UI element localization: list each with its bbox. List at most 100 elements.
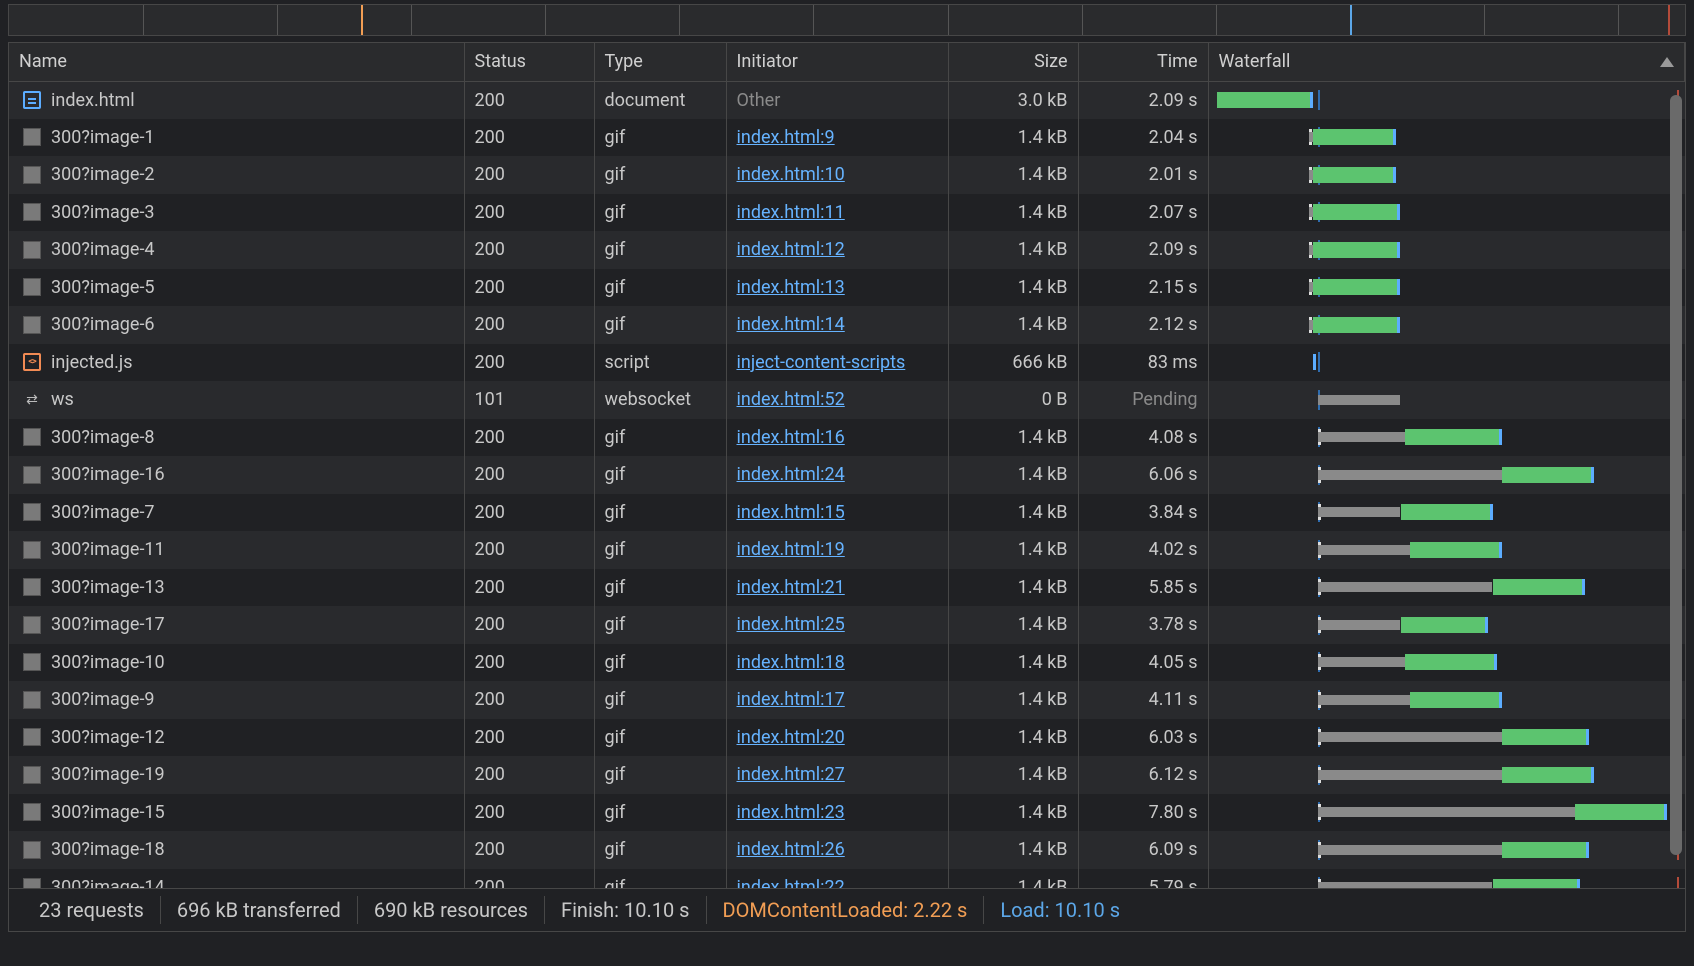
column-header-initiator[interactable]: Initiator — [726, 43, 948, 81]
request-status: 200 — [464, 456, 594, 494]
request-initiator[interactable]: index.html:10 — [726, 156, 948, 194]
request-status: 200 — [464, 81, 594, 119]
column-header-time[interactable]: Time — [1078, 43, 1208, 81]
request-name: 300?image-18 — [51, 839, 165, 860]
vertical-scrollbar[interactable] — [1670, 95, 1682, 888]
waterfall-download-bar — [1401, 504, 1493, 520]
request-time: 7.80 s — [1078, 794, 1208, 832]
request-row[interactable]: 300?image-19200gifindex.html:271.4 kB6.1… — [9, 756, 1685, 794]
waterfall-download-bar — [1217, 92, 1314, 108]
request-row[interactable]: 300?image-17200gifindex.html:251.4 kB3.7… — [9, 606, 1685, 644]
request-row[interactable]: 300?image-6200gifindex.html:141.4 kB2.12… — [9, 306, 1685, 344]
request-status: 200 — [464, 306, 594, 344]
request-row[interactable]: 300?image-14200gifindex.html:221.4 kB5.7… — [9, 869, 1685, 888]
request-initiator[interactable]: index.html:26 — [726, 831, 948, 869]
request-row[interactable]: 300?image-5200gifindex.html:131.4 kB2.15… — [9, 269, 1685, 307]
request-time: Pending — [1078, 381, 1208, 419]
request-waterfall — [1208, 569, 1685, 607]
request-row[interactable]: 300?image-10200gifindex.html:181.4 kB4.0… — [9, 644, 1685, 682]
request-initiator[interactable]: index.html:15 — [726, 494, 948, 532]
request-row[interactable]: 300?image-8200gifindex.html:161.4 kB4.08… — [9, 419, 1685, 457]
request-name: ws — [51, 389, 74, 410]
table-header-row: Name Status Type Initiator Size Time Wat… — [9, 43, 1685, 81]
network-table-scroll[interactable]: Name Status Type Initiator Size Time Wat… — [9, 43, 1685, 888]
waterfall-download-bar — [1493, 579, 1585, 595]
image-icon — [23, 166, 41, 184]
request-row[interactable]: 300?image-13200gifindex.html:211.4 kB5.8… — [9, 569, 1685, 607]
request-row[interactable]: 300?image-15200gifindex.html:231.4 kB7.8… — [9, 794, 1685, 832]
request-row[interactable]: 300?image-2200gifindex.html:101.4 kB2.01… — [9, 156, 1685, 194]
request-initiator[interactable]: index.html:23 — [726, 794, 948, 832]
request-status: 101 — [464, 381, 594, 419]
request-initiator[interactable]: index.html:24 — [726, 456, 948, 494]
request-initiator[interactable]: index.html:14 — [726, 306, 948, 344]
waterfall-download-bar — [1313, 204, 1400, 220]
request-initiator[interactable]: index.html:21 — [726, 569, 948, 607]
request-initiator[interactable]: index.html:20 — [726, 719, 948, 757]
request-status: 200 — [464, 494, 594, 532]
waterfall-waiting-bar — [1318, 695, 1410, 705]
request-type: websocket — [594, 381, 726, 419]
column-header-size[interactable]: Size — [948, 43, 1078, 81]
image-icon — [23, 691, 41, 709]
request-row[interactable]: 300?image-1200gifindex.html:91.4 kB2.04 … — [9, 119, 1685, 157]
request-size: 0 B — [948, 381, 1078, 419]
request-type: gif — [594, 869, 726, 888]
request-time: 4.05 s — [1078, 644, 1208, 682]
request-row[interactable]: injected.js200scriptinject-content-scrip… — [9, 344, 1685, 382]
request-row[interactable]: 300?image-11200gifindex.html:191.4 kB4.0… — [9, 531, 1685, 569]
request-size: 1.4 kB — [948, 156, 1078, 194]
request-initiator[interactable]: index.html:11 — [726, 194, 948, 232]
request-size: 1.4 kB — [948, 719, 1078, 757]
request-initiator[interactable]: index.html:27 — [726, 756, 948, 794]
request-status: 200 — [464, 794, 594, 832]
request-initiator[interactable]: index.html:13 — [726, 269, 948, 307]
image-icon — [23, 316, 41, 334]
request-initiator[interactable]: index.html:52 — [726, 381, 948, 419]
scrollbar-thumb[interactable] — [1670, 95, 1682, 855]
request-initiator[interactable]: index.html:16 — [726, 419, 948, 457]
image-icon — [23, 616, 41, 634]
document-icon — [23, 91, 41, 109]
request-type: gif — [594, 531, 726, 569]
column-header-name[interactable]: Name — [9, 43, 464, 81]
request-initiator[interactable]: index.html:25 — [726, 606, 948, 644]
request-initiator[interactable]: index.html:22 — [726, 869, 948, 888]
request-name: 300?image-14 — [51, 877, 165, 888]
timeline-overview[interactable] — [8, 4, 1686, 36]
request-status: 200 — [464, 831, 594, 869]
request-size: 1.4 kB — [948, 681, 1078, 719]
request-row[interactable]: 300?image-18200gifindex.html:261.4 kB6.0… — [9, 831, 1685, 869]
request-row[interactable]: 300?image-12200gifindex.html:201.4 kB6.0… — [9, 719, 1685, 757]
column-header-status[interactable]: Status — [464, 43, 594, 81]
request-row[interactable]: index.html200documentOther3.0 kB2.09 s — [9, 81, 1685, 119]
request-initiator[interactable]: index.html:12 — [726, 231, 948, 269]
request-type: gif — [594, 156, 726, 194]
request-row[interactable]: 300?image-16200gifindex.html:241.4 kB6.0… — [9, 456, 1685, 494]
request-status: 200 — [464, 156, 594, 194]
request-row[interactable]: 300?image-9200gifindex.html:171.4 kB4.11… — [9, 681, 1685, 719]
column-header-waterfall[interactable]: Waterfall — [1208, 43, 1685, 81]
request-waterfall — [1208, 681, 1685, 719]
column-header-type[interactable]: Type — [594, 43, 726, 81]
request-waterfall — [1208, 794, 1685, 832]
request-time: 6.09 s — [1078, 831, 1208, 869]
request-row[interactable]: 300?image-7200gifindex.html:151.4 kB3.84… — [9, 494, 1685, 532]
request-size: 1.4 kB — [948, 569, 1078, 607]
request-initiator[interactable]: index.html:18 — [726, 644, 948, 682]
request-time: 2.09 s — [1078, 81, 1208, 119]
request-initiator[interactable]: index.html:17 — [726, 681, 948, 719]
image-icon — [23, 466, 41, 484]
request-name: 300?image-8 — [51, 427, 155, 448]
request-initiator[interactable]: index.html:19 — [726, 531, 948, 569]
request-row[interactable]: 300?image-4200gifindex.html:121.4 kB2.09… — [9, 231, 1685, 269]
request-size: 666 kB — [948, 344, 1078, 382]
request-time: 4.08 s — [1078, 419, 1208, 457]
request-initiator[interactable]: index.html:9 — [726, 119, 948, 157]
request-initiator[interactable]: inject-content-scripts — [726, 344, 948, 382]
sort-indicator-icon — [1660, 57, 1674, 67]
request-row[interactable]: ws 101websocketindex.html:520 BPending — [9, 381, 1685, 419]
request-time: 6.06 s — [1078, 456, 1208, 494]
request-size: 1.4 kB — [948, 119, 1078, 157]
request-row[interactable]: 300?image-3200gifindex.html:111.4 kB2.07… — [9, 194, 1685, 232]
